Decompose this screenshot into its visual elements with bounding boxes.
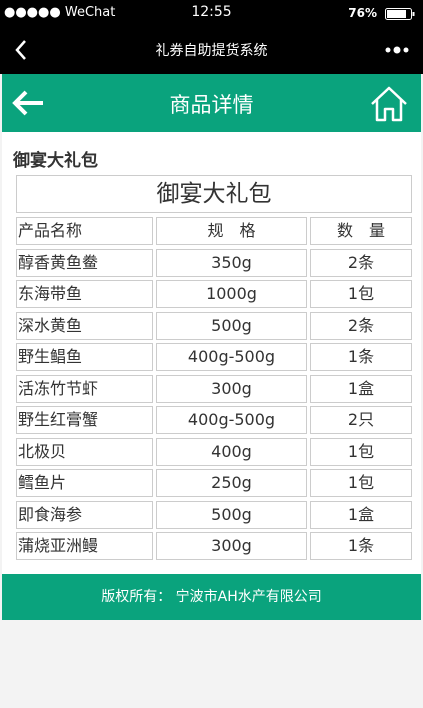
battery-icon	[385, 8, 415, 20]
item-qty: 1包	[310, 438, 412, 466]
table-row: 活冻竹节虾 300g 1盒	[16, 375, 412, 403]
item-qty: 1条	[310, 532, 412, 560]
table-row: 深水黄鱼 500g 2条	[16, 312, 412, 340]
item-name: 鳕鱼片	[16, 469, 153, 497]
item-spec: 400g	[156, 438, 307, 466]
table-row: 野生鲳鱼 400g-500g 1条	[16, 343, 412, 371]
table-row: 醇香黄鱼鲞 350g 2条	[16, 249, 412, 277]
item-spec: 350g	[156, 249, 307, 277]
item-name: 野生红膏蟹	[16, 406, 153, 434]
home-icon[interactable]	[369, 84, 409, 124]
item-name: 蒲烧亚洲鳗	[16, 532, 153, 560]
item-spec: 1000g	[156, 280, 307, 308]
item-spec: 500g	[156, 312, 307, 340]
content-panel: 御宴大礼包 御宴大礼包 产品名称 规 格 数 量 醇香黄鱼鲞 350g 2条 东…	[2, 132, 421, 574]
item-qty: 1包	[310, 469, 412, 497]
header-spec: 规 格	[156, 217, 307, 245]
item-name: 北极贝	[16, 438, 153, 466]
item-qty: 2只	[310, 406, 412, 434]
item-name: 醇香黄鱼鲞	[16, 249, 153, 277]
status-bar: ●●●●● WeChat 12:55 76%	[0, 0, 423, 26]
page-title: 商品详情	[169, 93, 254, 117]
item-name: 活冻竹节虾	[16, 375, 153, 403]
wechat-title: 礼券自助提货系统	[155, 43, 268, 59]
table-row: 鳕鱼片 250g 1包	[16, 469, 412, 497]
section-title: 御宴大礼包	[13, 151, 98, 171]
table-row: 北极贝 400g 1包	[16, 438, 412, 466]
package-title: 御宴大礼包	[16, 175, 412, 213]
item-qty: 1盒	[310, 375, 412, 403]
item-name: 东海带鱼	[16, 280, 153, 308]
item-spec: 300g	[156, 375, 307, 403]
item-name: 深水黄鱼	[16, 312, 153, 340]
table-row: 东海带鱼 1000g 1包	[16, 280, 412, 308]
item-spec: 500g	[156, 501, 307, 529]
wechat-nav-bar: 礼券自助提货系统	[0, 26, 423, 74]
item-qty: 2条	[310, 312, 412, 340]
battery-percent: 76%	[348, 6, 377, 20]
item-qty: 1包	[310, 280, 412, 308]
table-row: 蒲烧亚洲鳗 300g 1条	[16, 532, 412, 560]
item-name: 即食海参	[16, 501, 153, 529]
item-spec: 400g-500g	[156, 406, 307, 434]
item-qty: 2条	[310, 249, 412, 277]
item-qty: 1条	[310, 343, 412, 371]
app-header: 商品详情	[2, 74, 421, 132]
header-qty: 数 量	[310, 217, 412, 245]
header-name: 产品名称	[16, 217, 153, 245]
item-spec: 400g-500g	[156, 343, 307, 371]
table-row: 野生红膏蟹 400g-500g 2只	[16, 406, 412, 434]
item-qty: 1盒	[310, 501, 412, 529]
table-header-row: 产品名称 规 格 数 量	[16, 217, 412, 245]
item-name: 野生鲳鱼	[16, 343, 153, 371]
item-spec: 250g	[156, 469, 307, 497]
table-row: 即食海参 500g 1盒	[16, 501, 412, 529]
footer-copyright: 版权所有： 宁波市AH水产有限公司	[2, 574, 421, 620]
more-icon[interactable]	[385, 42, 409, 58]
item-spec: 300g	[156, 532, 307, 560]
